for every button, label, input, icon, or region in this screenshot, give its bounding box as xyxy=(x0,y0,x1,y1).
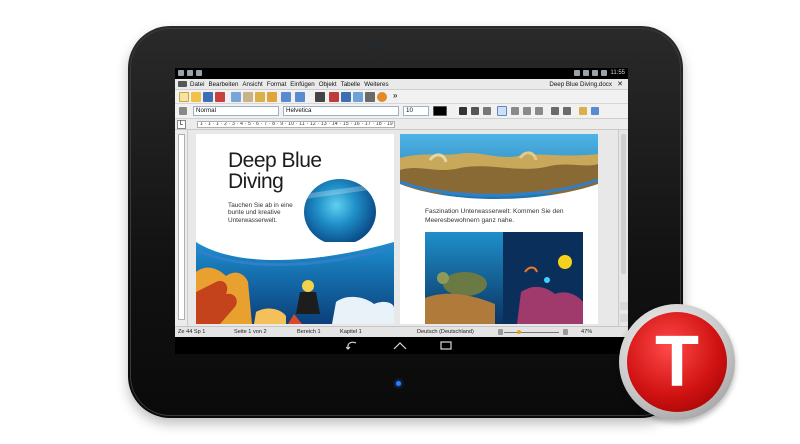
justify-icon[interactable] xyxy=(535,107,543,115)
document-title[interactable]: Deep Blue Diving xyxy=(228,150,322,192)
menu-objekt[interactable]: Objekt xyxy=(319,81,337,88)
image-notification-icon xyxy=(196,70,202,76)
insert-chart-icon[interactable] xyxy=(329,92,339,102)
front-camera xyxy=(374,44,381,51)
page-1[interactable]: Deep Blue Diving Tauchen Sie ab in eine … xyxy=(196,134,394,324)
insert-picture-icon[interactable] xyxy=(353,92,363,102)
alarm-icon xyxy=(583,70,590,76)
menu-tabelle[interactable]: Tabelle xyxy=(341,81,361,88)
reef-photo-with-diver xyxy=(196,242,394,324)
menu-einfuegen[interactable]: Einfügen xyxy=(290,81,314,88)
menu-bearbeiten[interactable]: Bearbeiten xyxy=(208,81,238,88)
cut-icon[interactable] xyxy=(231,92,241,102)
zoom-in-icon[interactable] xyxy=(563,329,568,335)
wifi-icon xyxy=(592,70,599,76)
new-document-icon[interactable] xyxy=(179,92,189,102)
export-pdf-icon[interactable] xyxy=(215,92,225,102)
app-menu-icon[interactable] xyxy=(178,81,187,87)
open-folder-icon[interactable] xyxy=(191,92,201,102)
ocean-circle-photo xyxy=(304,179,376,245)
logo-letter: T xyxy=(655,322,699,402)
zoom-slider-knob[interactable] xyxy=(517,330,521,334)
font-size-select[interactable]: 10 xyxy=(403,106,429,116)
home-icon[interactable] xyxy=(393,341,407,350)
chapter-indicator: Kapitel 1 xyxy=(340,329,362,335)
formatting-toolbar: Normal Helvetica 10 xyxy=(175,104,628,119)
align-left-icon[interactable] xyxy=(497,106,507,116)
recents-icon[interactable] xyxy=(440,341,452,350)
document-title-dropdown[interactable]: Deep Blue Diving.docx xyxy=(549,81,612,88)
scrollbar-thumb[interactable] xyxy=(621,134,626,274)
title-line-2: Diving xyxy=(228,170,284,193)
vertical-scrollbar[interactable] xyxy=(618,130,628,326)
menu-ansicht[interactable]: Ansicht xyxy=(242,81,262,88)
undo-icon[interactable] xyxy=(281,92,291,102)
bullet-list-icon[interactable] xyxy=(551,107,559,115)
save-icon[interactable] xyxy=(203,92,213,102)
turtle-and-fish-photo xyxy=(425,232,583,324)
copy-icon[interactable] xyxy=(243,92,253,102)
title-line-1: Deep Blue xyxy=(228,149,322,172)
logo-red-disc: T xyxy=(627,312,727,412)
font-family-select[interactable]: Helvetica xyxy=(283,106,399,116)
tablet-screen: 11:55 Datei Bearbeiten Ansicht Format Ei… xyxy=(175,68,628,354)
keyboard-notification-icon xyxy=(178,70,184,76)
format-painter-icon[interactable] xyxy=(267,92,277,102)
paragraph-format-icon[interactable] xyxy=(591,107,599,115)
insert-table-icon[interactable] xyxy=(341,92,351,102)
text-color-picker[interactable] xyxy=(433,106,447,116)
cursor-position: Ze 44 Sp 1 xyxy=(178,329,206,335)
more-tools-icon[interactable]: » xyxy=(393,91,397,100)
menu-bar: Datei Bearbeiten Ansicht Format Einfügen… xyxy=(175,79,628,90)
scroll-down-icon[interactable] xyxy=(620,314,628,322)
fascination-paragraph[interactable]: Faszination Unterwasserwelt: Kommen Sie … xyxy=(425,207,585,225)
pointer-mode-icon[interactable] xyxy=(179,107,187,115)
redo-icon[interactable] xyxy=(295,92,305,102)
stage: 11:55 Datei Bearbeiten Ansicht Format Ei… xyxy=(0,0,800,444)
standard-toolbar: » xyxy=(175,90,628,104)
zoom-level[interactable]: 47% xyxy=(581,329,592,335)
notification-led xyxy=(396,381,401,386)
align-right-icon[interactable] xyxy=(523,107,531,115)
page-indicator[interactable]: Seite 1 von 2 xyxy=(234,329,267,335)
android-status-bar: 11:55 xyxy=(175,68,628,79)
menu-weiteres[interactable]: Weiteres xyxy=(364,81,388,88)
numbered-list-icon[interactable] xyxy=(563,107,571,115)
character-format-icon[interactable] xyxy=(579,107,587,115)
vertical-ruler xyxy=(175,130,188,326)
find-binoculars-icon[interactable] xyxy=(315,92,325,102)
clock: 11:55 xyxy=(610,70,625,76)
insert-frame-icon[interactable] xyxy=(365,92,375,102)
zoom-icon[interactable] xyxy=(377,92,387,102)
section-indicator: Bereich 1 xyxy=(297,329,321,335)
back-icon[interactable] xyxy=(346,341,358,350)
menu-datei[interactable]: Datei xyxy=(190,81,204,88)
coral-reef-header-photo xyxy=(400,134,598,204)
ruler-scale[interactable]: 1 · 1 · 1 · 2 · 3 · 4 · 5 · 6 · 7 · 8 · … xyxy=(197,121,395,128)
android-navigation-bar xyxy=(175,337,628,354)
tab-stop-selector[interactable]: L xyxy=(177,120,186,129)
textmaker-logo: T xyxy=(619,304,735,420)
menu-format[interactable]: Format xyxy=(267,81,287,88)
language-indicator[interactable]: Deutsch (Deutschland) xyxy=(417,329,474,335)
close-icon[interactable]: ✕ xyxy=(617,80,623,88)
zoom-out-icon[interactable] xyxy=(498,329,503,335)
battery-icon xyxy=(601,70,608,76)
document-status-bar: Ze 44 Sp 1 Seite 1 von 2 Bereich 1 Kapit… xyxy=(175,326,628,337)
italic-icon[interactable] xyxy=(471,107,479,115)
horizontal-ruler: L 1 · 1 · 1 · 2 · 3 · 4 · 5 · 6 · 7 · 8 … xyxy=(175,119,628,130)
intro-paragraph[interactable]: Tauchen Sie ab in eine bunte und kreativ… xyxy=(228,202,306,224)
paste-icon[interactable] xyxy=(255,92,265,102)
download-notification-icon xyxy=(187,70,193,76)
cast-icon xyxy=(574,70,581,76)
align-center-icon[interactable] xyxy=(511,107,519,115)
underline-icon[interactable] xyxy=(483,107,491,115)
document-area: Deep Blue Diving Tauchen Sie ab in eine … xyxy=(188,130,618,326)
scroll-up-icon[interactable] xyxy=(620,302,628,310)
bold-icon[interactable] xyxy=(459,107,467,115)
zoom-slider-track[interactable] xyxy=(504,332,559,333)
vertical-ruler-scale[interactable] xyxy=(178,134,185,320)
paragraph-style-select[interactable]: Normal xyxy=(193,106,279,116)
page-2[interactable]: Faszination Unterwasserwelt: Kommen Sie … xyxy=(400,134,598,324)
